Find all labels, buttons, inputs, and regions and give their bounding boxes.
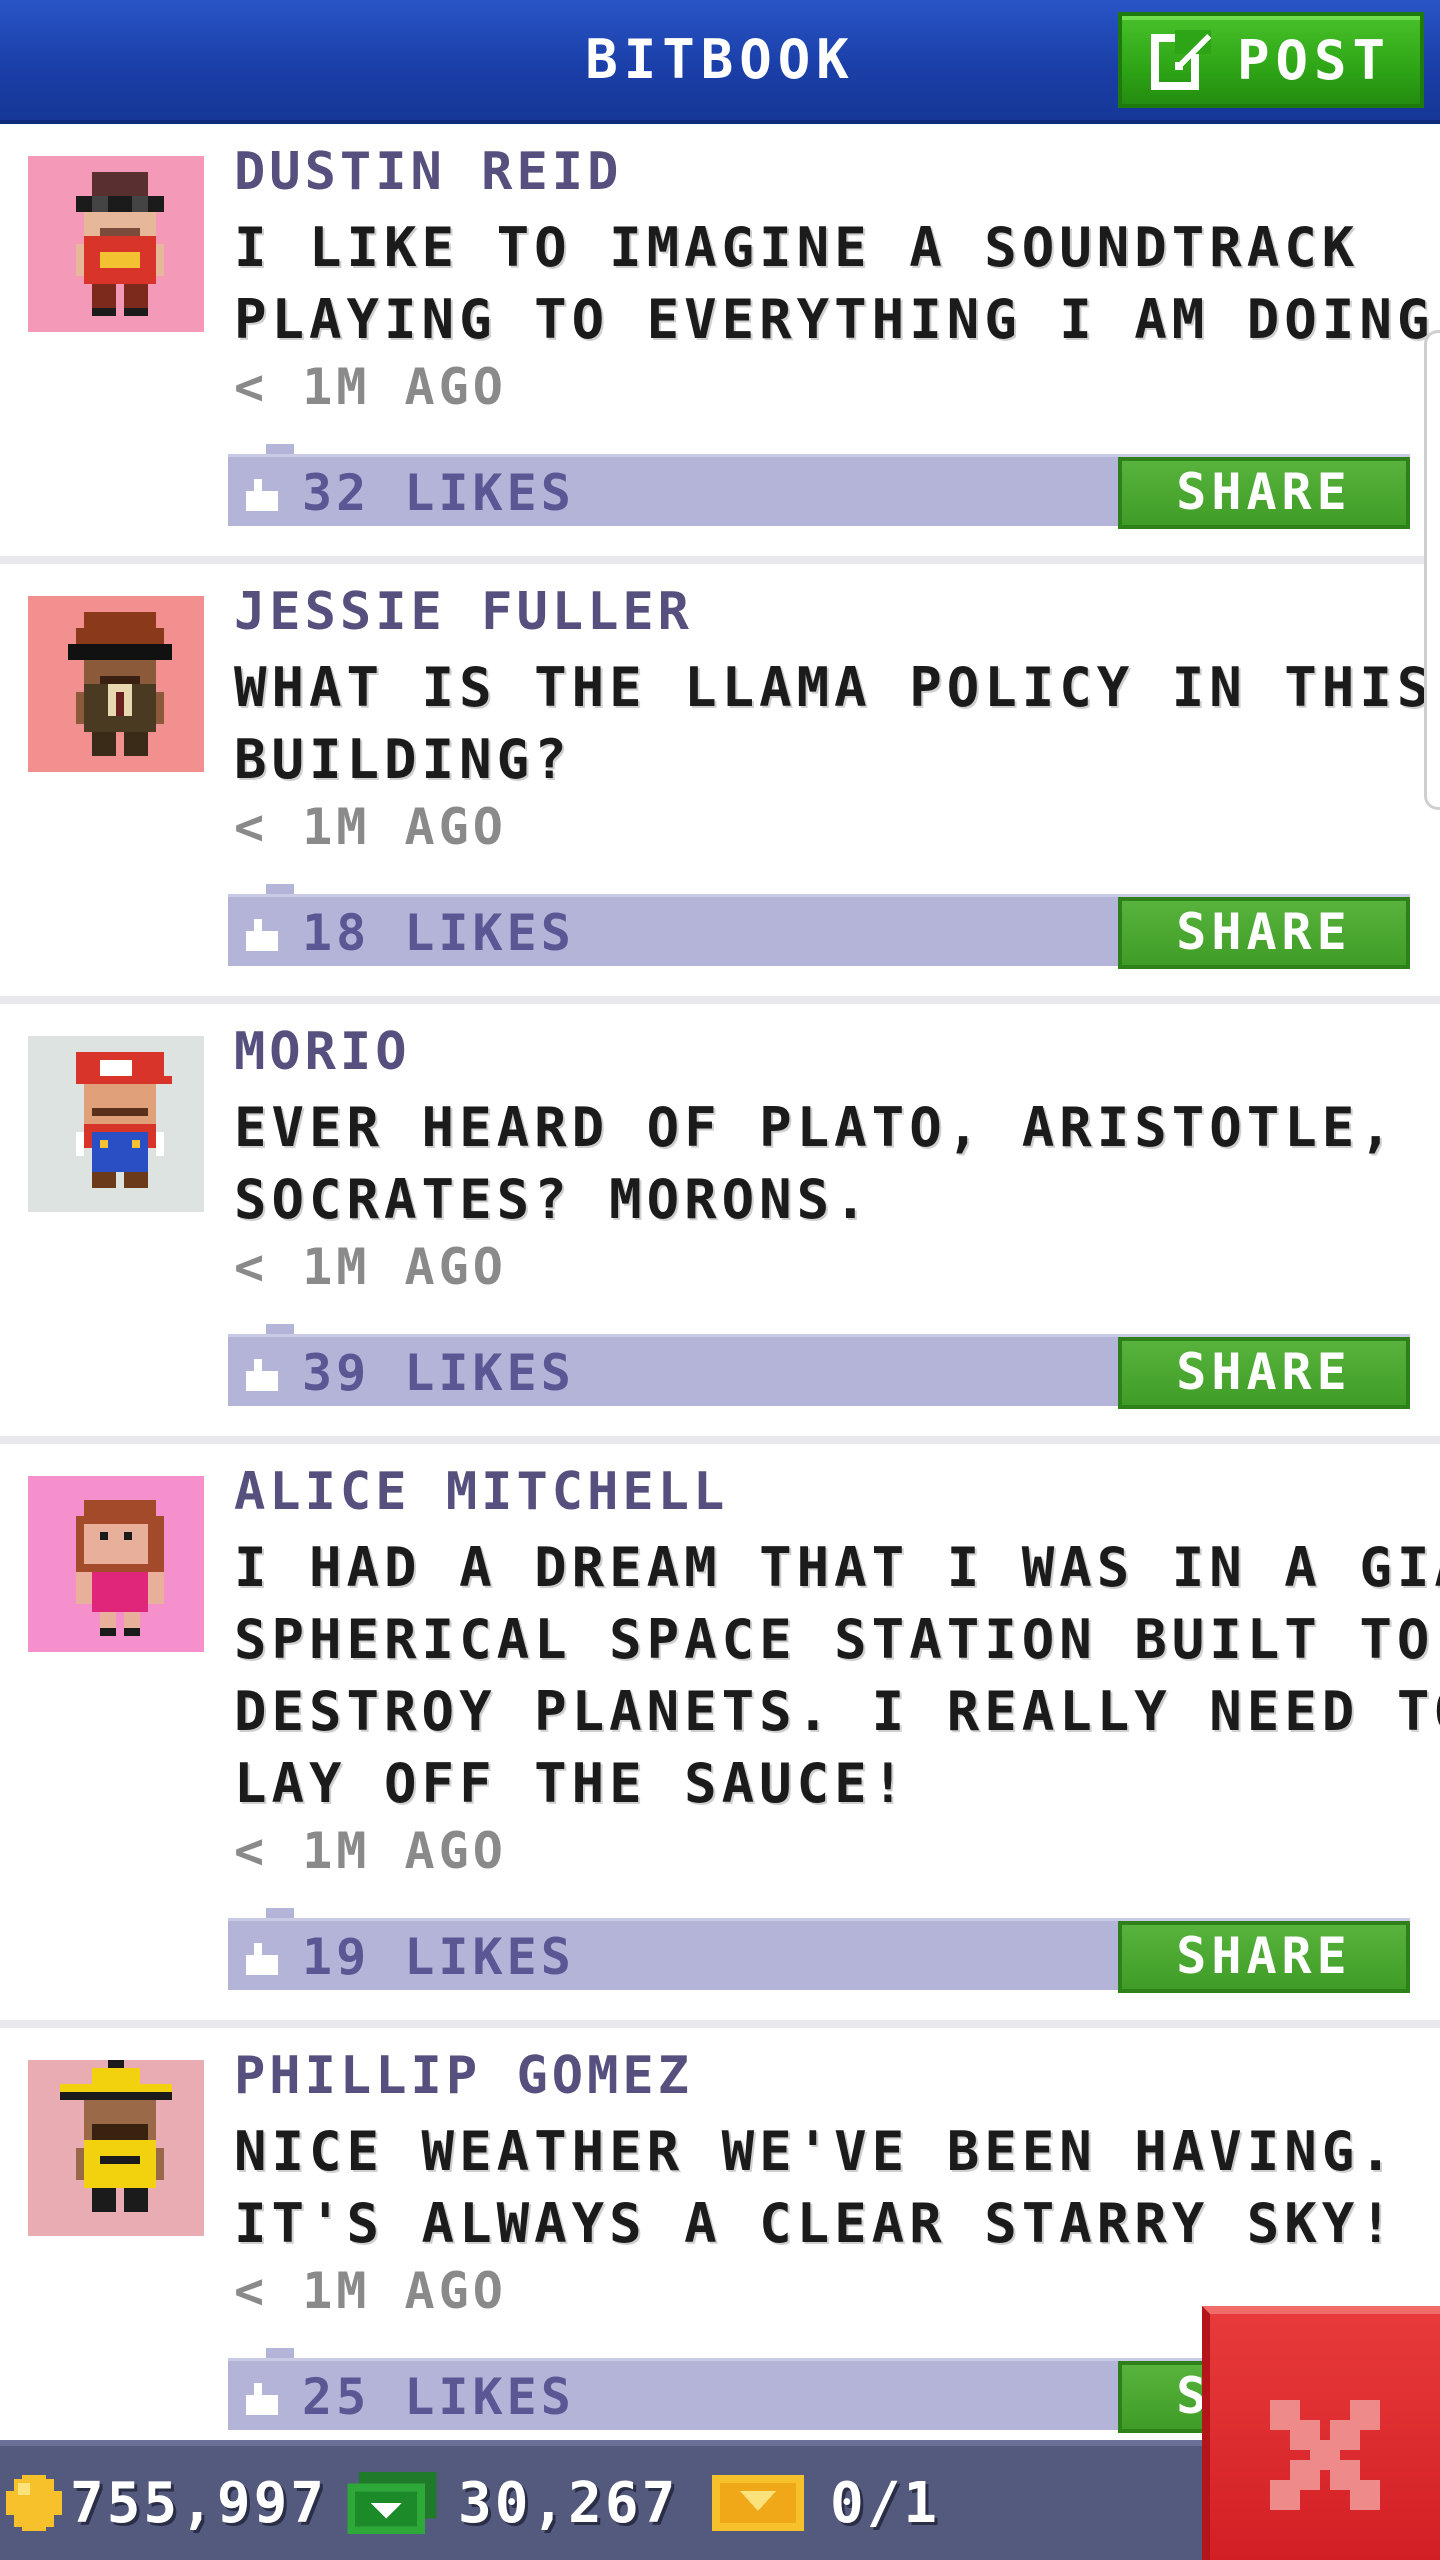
bitbook-feed[interactable]: DUSTIN REID I LIKE TO IMAGINE A SOUNDTRA… (0, 124, 1440, 2440)
like-bar-tab (266, 884, 294, 894)
like-bar: 39 LIKES SHARE (228, 1334, 1410, 1409)
tickets-value: 0/1 (830, 2470, 941, 2536)
coins-counter: 755,997 (6, 2446, 327, 2560)
post-timestamp: < 1M AGO (234, 1238, 507, 1296)
post-message-line: DESTROY PLANETS. I REALLY NEED TO (234, 1680, 1440, 1743)
post-author[interactable]: MORIO (234, 1022, 411, 1082)
feed-post: ALICE MITCHELL I HAD A DREAM THAT I WAS … (0, 1444, 1440, 2028)
scroll-indicator[interactable] (1424, 330, 1440, 810)
post-timestamp: < 1M AGO (234, 2262, 507, 2320)
coins-value: 755,997 (70, 2470, 328, 2536)
post-message: I HAD A DREAM THAT I WAS IN A GIANT SPHE… (234, 1532, 1440, 1820)
post-message-line: PLAYING TO EVERYTHING I AM DOING. (234, 288, 1440, 351)
post-button[interactable]: POST (1118, 12, 1424, 108)
post-message: EVER HEARD OF PLATO, ARISTOTLE, SOCRATES… (234, 1092, 1394, 1236)
avatar (28, 1476, 204, 1652)
like-count[interactable]: 19 LIKES (302, 1921, 575, 1993)
thumbs-up-icon (246, 479, 278, 511)
thumbs-up-icon (246, 1943, 278, 1975)
like-count[interactable]: 18 LIKES (302, 897, 575, 969)
post-message: NICE WEATHER WE'VE BEEN HAVING. IT'S ALW… (234, 2116, 1394, 2260)
post-timestamp: < 1M AGO (234, 798, 507, 856)
top-bar: BITBOOK POST (0, 0, 1440, 124)
tickets-counter: 0/1 (712, 2446, 940, 2560)
post-author[interactable]: ALICE MITCHELL (234, 1462, 728, 1522)
compose-icon (1150, 26, 1215, 94)
like-bar-tab (266, 444, 294, 454)
post-author[interactable]: DUSTIN REID (234, 142, 622, 202)
post-message-line: SPHERICAL SPACE STATION BUILT TO (234, 1608, 1435, 1671)
like-bar-tab (266, 1324, 294, 1334)
bux-icon (347, 2472, 437, 2534)
avatar (28, 2060, 204, 2236)
bux-counter: 30,267 (346, 2446, 678, 2560)
avatar (28, 1036, 204, 1212)
like-bar: 32 LIKES SHARE (228, 454, 1410, 529)
post-timestamp: < 1M AGO (234, 1822, 507, 1880)
post-message: WHAT IS THE LLAMA POLICY IN THIS BUILDIN… (234, 652, 1435, 796)
like-bar-tab (266, 2348, 294, 2358)
post-message-line: NICE WEATHER WE'VE BEEN HAVING. (234, 2120, 1397, 2183)
feed-post: JESSIE FULLER WHAT IS THE LLAMA POLICY I… (0, 564, 1440, 1004)
like-bar-tab (266, 1908, 294, 1918)
post-message-line: I LIKE TO IMAGINE A SOUNDTRACK (234, 216, 1360, 279)
post-message-line: LAY OFF THE SAUCE! (234, 1752, 910, 1815)
post-message-line: WHAT IS THE LLAMA POLICY IN THIS (234, 656, 1435, 719)
like-bar: 18 LIKES SHARE (228, 894, 1410, 969)
thumbs-up-icon (246, 1359, 278, 1391)
post-message-line: EVER HEARD OF PLATO, ARISTOTLE, (234, 1096, 1397, 1159)
share-button[interactable]: SHARE (1118, 457, 1410, 529)
like-count[interactable]: 25 LIKES (302, 2361, 575, 2433)
post-author[interactable]: JESSIE FULLER (234, 582, 693, 642)
post-author[interactable]: PHILLIP GOMEZ (234, 2046, 693, 2106)
share-button[interactable]: SHARE (1118, 1337, 1410, 1409)
like-count[interactable]: 32 LIKES (302, 457, 575, 529)
close-button[interactable] (1202, 2306, 1440, 2560)
thumbs-up-icon (246, 919, 278, 951)
thumbs-up-icon (246, 2383, 278, 2415)
post-message-line: I HAD A DREAM THAT I WAS IN A GIANT (234, 1536, 1440, 1599)
avatar (28, 596, 204, 772)
feed-post: MORIO EVER HEARD OF PLATO, ARISTOTLE, SO… (0, 1004, 1440, 1444)
post-message: I LIKE TO IMAGINE A SOUNDTRACK PLAYING T… (234, 212, 1440, 356)
coin-icon (6, 2475, 62, 2531)
close-icon (1270, 2400, 1380, 2510)
feed-post: DUSTIN REID I LIKE TO IMAGINE A SOUNDTRA… (0, 124, 1440, 564)
post-button-label: POST (1236, 28, 1392, 92)
share-button[interactable]: SHARE (1118, 1921, 1410, 1993)
post-message-line: BUILDING? (234, 728, 572, 791)
like-bar: 19 LIKES SHARE (228, 1918, 1410, 1993)
post-message-line: SOCRATES? MORONS. (234, 1168, 872, 1231)
share-button[interactable]: SHARE (1118, 897, 1410, 969)
ticket-icon (712, 2475, 804, 2531)
post-timestamp: < 1M AGO (234, 358, 507, 416)
like-count[interactable]: 39 LIKES (302, 1337, 575, 1409)
bux-value: 30,267 (458, 2470, 679, 2536)
post-message-line: IT'S ALWAYS A CLEAR STARRY SKY! (234, 2192, 1397, 2255)
avatar (28, 156, 204, 332)
